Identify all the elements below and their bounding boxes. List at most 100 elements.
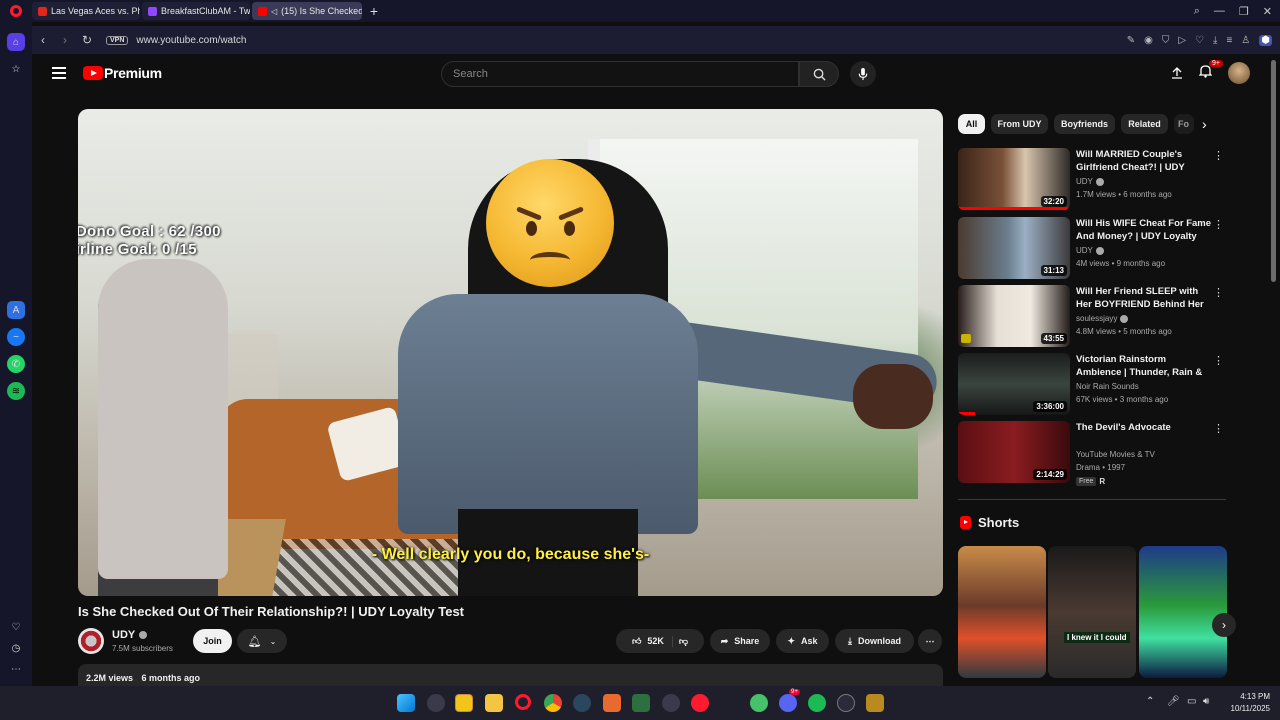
heart-icon[interactable]: ♡ (1195, 35, 1204, 46)
voice-search-button[interactable] (850, 61, 876, 87)
download-icon[interactable]: ⤓ (1213, 35, 1217, 46)
messenger-icon[interactable]: ~ (7, 328, 25, 346)
recommendation-thumbnail[interactable]: 31:13 (958, 217, 1070, 279)
recommendation-thumbnail[interactable]: 3:36:00 (958, 353, 1070, 415)
more-icon[interactable]: ⋯ (7, 660, 25, 678)
spotify-icon[interactable]: ≋ (7, 382, 25, 400)
search-tabs-icon[interactable]: ⌕ (1194, 5, 1200, 18)
recommendation-thumbnail[interactable]: 2:14:29 (958, 421, 1070, 483)
shorts-next-button[interactable]: › (1212, 613, 1236, 637)
windows-start-icon[interactable] (397, 694, 415, 712)
more-vert-icon[interactable]: ⋮ (1213, 422, 1224, 435)
vpn-badge[interactable]: VPN (106, 35, 129, 45)
microphone-icon[interactable]: 🎤︎ (1167, 696, 1180, 707)
steam-icon[interactable] (573, 694, 591, 712)
recommendation-title[interactable]: Will His WIFE Cheat For Fame And Money? … (1076, 217, 1212, 243)
network-icon[interactable]: ▭ (1187, 696, 1196, 707)
tab-twitch[interactable]: BreakfastClubAM - Twitch (142, 2, 250, 20)
youtube-brand[interactable]: Premium (104, 65, 162, 81)
edit-icon[interactable]: ✎ (1127, 35, 1135, 46)
profile-icon[interactable]: ♙ (1241, 35, 1250, 46)
video-player[interactable]: Hairline Dono Goal : 62 /300 Daily Hairl… (78, 109, 943, 596)
maximize-icon[interactable]: ❐ (1239, 5, 1249, 18)
new-tab-button[interactable]: + (366, 3, 382, 19)
spotify-icon[interactable] (808, 694, 826, 712)
play-icon[interactable]: ▷ (1178, 35, 1186, 46)
settings-icon[interactable] (662, 694, 680, 712)
recommendation-item[interactable]: 32:20 Will MARRIED Couple's Girlfriend C… (958, 148, 1228, 210)
forward-icon[interactable]: › (54, 33, 76, 47)
recommendation-item[interactable]: 31:13 Will His WIFE Cheat For Fame And M… (958, 217, 1228, 279)
url-field[interactable]: www.youtube.com/watch (136, 35, 246, 46)
extensions-icon[interactable]: ⬢ (1259, 34, 1272, 46)
recommendation-title[interactable]: The Devil's Advocate (1076, 421, 1212, 434)
close-icon[interactable]: ✕ (1263, 5, 1272, 18)
tab-las-vegas[interactable]: Las Vegas Aces vs. Phoenix (32, 2, 140, 20)
menu-icon[interactable] (52, 67, 66, 79)
recommendation-channel[interactable]: UDY (1076, 246, 1104, 255)
join-button[interactable]: Join (193, 629, 232, 653)
chip-related[interactable]: Related (1121, 114, 1168, 134)
tab-youtube[interactable]: ◁ (15) Is She Checked Out (252, 2, 362, 20)
opera-icon[interactable] (515, 694, 531, 710)
bookmark-star-icon[interactable]: ☆ (7, 60, 25, 78)
recommendation-thumbnail[interactable]: 32:20 (958, 148, 1070, 210)
recommendation-item[interactable]: 43:55 Will Her Friend SLEEP with Her BOY… (958, 285, 1228, 347)
aria-icon[interactable]: A (7, 301, 25, 319)
4k-video-icon[interactable] (837, 694, 855, 712)
recommendation-item[interactable]: 2:14:29 The Devil's Advocate YouTube Mov… (958, 421, 1228, 486)
description-box[interactable]: 2.2M views 6 months ago (78, 664, 943, 686)
file-explorer-icon[interactable] (485, 694, 503, 712)
more-vert-icon[interactable]: ⋮ (1213, 354, 1224, 367)
search-input[interactable]: Search (441, 61, 799, 87)
app-icon[interactable] (427, 694, 445, 712)
like-button[interactable]: 👍︎ 52K (632, 635, 673, 647)
speaker-icon[interactable]: ◁ (271, 7, 277, 16)
menu-icon[interactable]: ≡ (1226, 35, 1232, 46)
tray-overflow-icon[interactable]: ⌃ (1146, 696, 1154, 707)
account-avatar[interactable] (1228, 62, 1250, 84)
more-vert-icon[interactable]: ⋮ (1213, 149, 1224, 162)
back-icon[interactable]: ‹ (32, 33, 54, 47)
download-button[interactable]: ⤓ Download (835, 629, 914, 653)
discord-icon[interactable]: 9+ (779, 689, 800, 712)
chrome-icon[interactable] (544, 694, 562, 712)
more-actions-button[interactable]: ⋯ (918, 629, 942, 653)
chip-boyfriends[interactable]: Boyfriends (1054, 114, 1115, 134)
shield-icon[interactable]: ⛉ (1162, 35, 1170, 46)
recommendation-title[interactable]: Will Her Friend SLEEP with Her BOYFRIEND… (1076, 285, 1212, 311)
notifications-button[interactable]: 9+ (1198, 59, 1223, 83)
app-icon[interactable] (750, 694, 768, 712)
page-scrollbar[interactable] (1271, 60, 1276, 282)
recommendation-title[interactable]: Will MARRIED Couple's Girlfriend Cheat?!… (1076, 148, 1212, 174)
recommendation-channel[interactable]: YouTube Movies & TV (1076, 450, 1155, 459)
system-clock[interactable]: 4:13 PM 10/11/2025 (1231, 691, 1270, 715)
more-vert-icon[interactable]: ⋮ (1213, 218, 1224, 231)
short-item[interactable] (1139, 546, 1227, 678)
chip-more[interactable]: Fo (1174, 114, 1194, 134)
app-icon[interactable] (603, 694, 621, 712)
opera-menu-icon[interactable] (0, 0, 32, 22)
home-icon[interactable]: ⌂ (7, 33, 25, 51)
ask-button[interactable]: ✦ Ask (776, 629, 829, 653)
channel-avatar[interactable] (78, 628, 104, 654)
chips-next-icon[interactable]: › (1202, 116, 1207, 132)
chip-from-udy[interactable]: From UDY (991, 114, 1048, 134)
recommendation-channel[interactable]: soulessjayy (1076, 314, 1129, 323)
short-item[interactable]: I knew it I could (1048, 546, 1136, 678)
minimize-icon[interactable]: — (1214, 5, 1225, 17)
upload-icon[interactable] (1171, 67, 1183, 79)
opera-gx-icon[interactable] (691, 694, 709, 712)
dislike-button[interactable]: 👎︎ (679, 636, 688, 647)
sticky-notes-icon[interactable] (455, 694, 473, 712)
recommendation-channel[interactable]: Noir Rain Sounds (1076, 382, 1139, 391)
whatsapp-icon[interactable]: ✆ (7, 355, 25, 373)
heart-icon[interactable]: ♡ (7, 618, 25, 636)
app-icon[interactable] (866, 694, 884, 712)
share-button[interactable]: ➦ Share (710, 629, 770, 653)
short-item[interactable] (958, 546, 1046, 678)
reload-icon[interactable]: ↻ (76, 33, 98, 47)
youtube-logo-icon[interactable] (83, 66, 103, 80)
recommendation-item[interactable]: 3:36:00 Victorian Rainstorm Ambience | T… (958, 353, 1228, 415)
camera-icon[interactable]: ◉ (1144, 35, 1153, 46)
